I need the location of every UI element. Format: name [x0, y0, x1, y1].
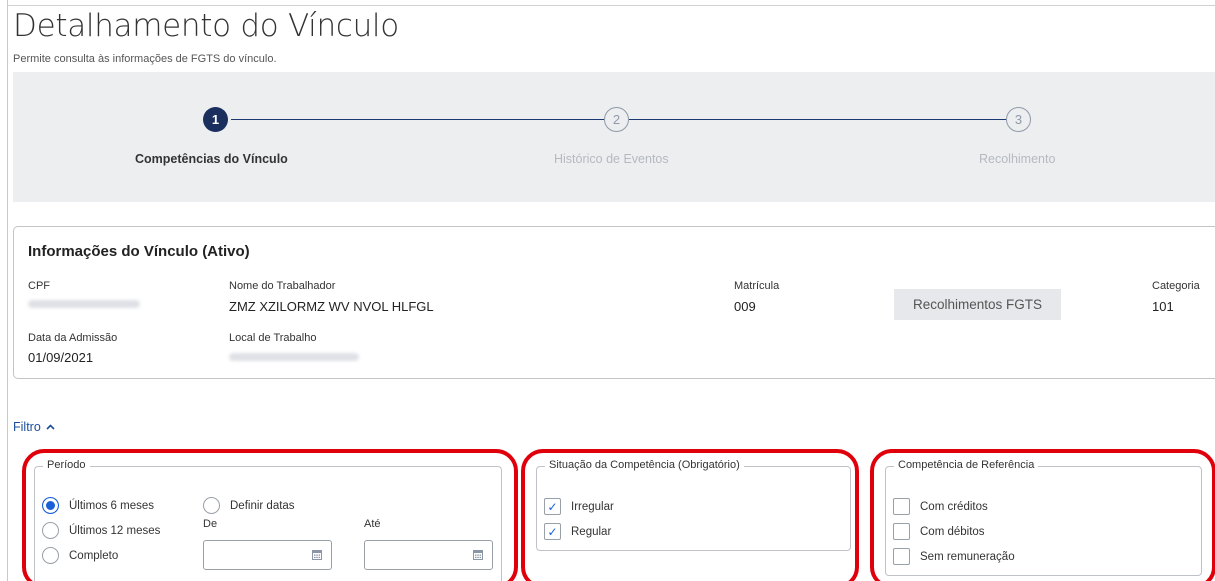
situacao-fieldset: Situação da Competência (Obrigatório) ✓ …	[536, 459, 851, 551]
radio-label: Últimos 12 meses	[69, 524, 161, 537]
radio-ultimos-6-meses[interactable]: Últimos 6 meses	[42, 497, 154, 514]
vinculo-info-card: Informações do Vínculo (Ativo) CPF Nome …	[13, 226, 1215, 379]
referencia-fieldset: Competência de Referência Com créditos C…	[885, 459, 1202, 576]
matricula-label: Matrícula	[734, 280, 780, 292]
cpf-label: CPF	[28, 280, 50, 292]
radio-definir-datas[interactable]: Definir datas	[203, 497, 295, 514]
ate-date-input[interactable]	[364, 540, 493, 570]
ate-label: Até	[364, 518, 381, 530]
calendar-icon	[473, 550, 483, 560]
step-connector-1-2	[231, 119, 615, 120]
radio-ultimos-12-meses[interactable]: Últimos 12 meses	[42, 522, 160, 539]
radio-indicator	[203, 497, 220, 514]
window-top-border	[7, 5, 1215, 6]
checkbox-regular[interactable]: ✓ Regular	[544, 523, 611, 540]
categoria-label: Categoria	[1152, 280, 1200, 292]
page-subtitle: Permite consulta às informações de FGTS …	[13, 53, 277, 65]
admissao-label: Data da Admissão	[28, 332, 118, 344]
checkmark-icon: ✓	[544, 523, 561, 540]
page-title: Detalhamento do Vínculo	[13, 8, 399, 44]
checkmark-icon: ✓	[544, 498, 561, 515]
radio-label: Definir datas	[230, 499, 295, 512]
de-label: De	[203, 518, 218, 530]
radio-indicator	[42, 547, 59, 564]
categoria-value: 101	[1152, 299, 1174, 314]
admissao-value: 01/09/2021	[28, 350, 94, 365]
checkbox-label: Com créditos	[920, 500, 988, 513]
checkbox-sem-remuneracao[interactable]: Sem remuneração	[893, 548, 1015, 565]
radio-label: Completo	[69, 549, 119, 562]
checkbox-com-creditos[interactable]: Com créditos	[893, 498, 988, 515]
step-2-label[interactable]: Histórico de Eventos	[554, 152, 669, 166]
periodo-fieldset: Período Últimos 6 meses Últimos 12 meses…	[34, 459, 502, 581]
checkbox-com-debitos[interactable]: Com débitos	[893, 523, 985, 540]
nome-value: ZMZ XZILORMZ WV NVOL HLFGL	[229, 299, 434, 314]
cpf-value-redacted	[28, 300, 140, 308]
window-left-border	[7, 0, 8, 581]
checkbox-label: Regular	[571, 525, 612, 538]
de-date-input[interactable]	[203, 540, 332, 570]
radio-checked-indicator	[42, 497, 59, 514]
checkbox-label: Irregular	[571, 500, 614, 513]
checkbox-label: Sem remuneração	[920, 550, 1015, 563]
checkbox-indicator	[893, 523, 910, 540]
checkbox-label: Com débitos	[920, 525, 985, 538]
step-connector-2-3	[629, 119, 1019, 120]
chevron-up-icon	[46, 424, 55, 430]
local-value-redacted	[229, 353, 359, 361]
situacao-legend: Situação da Competência (Obrigatório)	[545, 459, 744, 471]
step-1-label[interactable]: Competências do Vínculo	[135, 152, 288, 166]
local-label: Local de Trabalho	[229, 332, 317, 344]
calendar-icon	[312, 550, 322, 560]
filter-toggle[interactable]: Filtro	[13, 420, 55, 434]
step-3-indicator[interactable]: 3	[1006, 107, 1031, 132]
radio-indicator	[42, 522, 59, 539]
radio-label: Últimos 6 meses	[69, 499, 154, 512]
step-1-indicator[interactable]: 1	[203, 107, 228, 132]
info-card-title: Informações do Vínculo (Ativo)	[28, 243, 250, 260]
matricula-value: 009	[734, 299, 756, 314]
nome-label: Nome do Trabalhador	[229, 280, 336, 292]
checkbox-indicator	[893, 548, 910, 565]
checkbox-indicator	[893, 498, 910, 515]
step-2-indicator[interactable]: 2	[604, 107, 629, 132]
recolhimentos-fgts-button[interactable]: Recolhimentos FGTS	[894, 289, 1061, 320]
checkbox-irregular[interactable]: ✓ Irregular	[544, 498, 614, 515]
step-3-label[interactable]: Recolhimento	[979, 152, 1055, 166]
stepper: 1 2 3 Competências do Vínculo Histórico …	[13, 72, 1215, 202]
referencia-legend: Competência de Referência	[894, 459, 1039, 471]
filter-toggle-label: Filtro	[13, 420, 41, 434]
radio-completo[interactable]: Completo	[42, 547, 118, 564]
periodo-legend: Período	[43, 459, 90, 471]
